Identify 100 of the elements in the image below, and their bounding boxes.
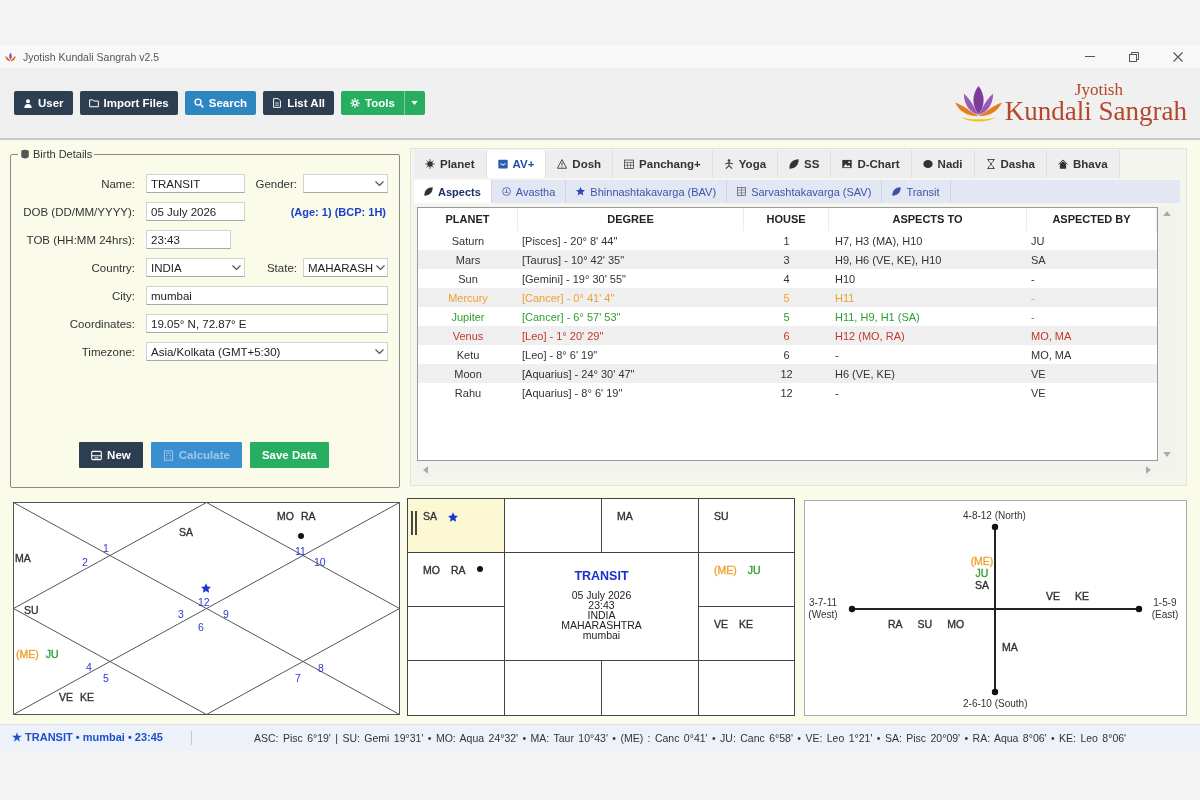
column-header: ASPECTED BY: [1027, 208, 1157, 231]
chevron-icon: [232, 265, 241, 270]
hourglass-icon: [985, 159, 996, 169]
scroll-left-icon[interactable]: [423, 465, 428, 474]
table-cell-text: H12 (MO, RA): [834, 329, 906, 342]
tab[interactable]: SS: [778, 150, 832, 178]
dropdown-button[interactable]: [403, 91, 425, 115]
table-row[interactable]: Sun [Gemini] - 19° 30' 55" 4 H10 -: [418, 269, 1157, 288]
house-number: 10: [314, 556, 326, 568]
dot-icon: [922, 159, 933, 169]
table-cell-text: H11, H9, H1 (SA): [834, 310, 921, 323]
lotus-icon: [5, 51, 16, 62]
tab[interactable]: D-Chart: [831, 150, 912, 178]
planet-label: SU: [917, 618, 933, 630]
planet-label: MA: [15, 552, 31, 564]
table-cell-text: 6: [782, 329, 791, 342]
text-field[interactable]: 19.05° N, 72.87° E: [146, 314, 388, 333]
leaf-icon: [892, 187, 902, 196]
star-icon: [448, 512, 458, 522]
ring-icon: [501, 187, 511, 196]
tab[interactable]: Bhava: [1047, 150, 1120, 178]
table-cell-text: 3: [782, 253, 791, 266]
chevron-icon: [375, 349, 384, 354]
tab[interactable]: Panchang+: [613, 150, 713, 178]
image-icon: [842, 159, 853, 169]
house-number: 6: [198, 621, 204, 633]
tab[interactable]: Planet: [414, 150, 487, 178]
leaf-icon: [789, 159, 800, 169]
dot-icon: [476, 566, 483, 572]
table-row[interactable]: Venus [Leo] - 1° 20' 29" 6 H12 (MO, RA) MO, MA: [418, 326, 1157, 345]
table-cell-text: Saturn: [450, 234, 486, 247]
close-icon[interactable]: [1173, 51, 1183, 62]
table-cell-text: VE: [1030, 386, 1047, 399]
leaf-icon: [424, 187, 433, 196]
table-row[interactable]: Moon [Aquarius] - 24° 30' 47" 12 H6 (VE, KE) VE: [418, 364, 1157, 383]
table-cell-text: Ketu: [455, 348, 481, 361]
restore-icon[interactable]: [1129, 51, 1139, 62]
tab[interactable]: Yoga: [712, 150, 779, 178]
planet-label: VE: [1046, 590, 1060, 602]
dropdown-field[interactable]: Asia/Kolkata (GMT+5:30): [146, 342, 388, 361]
table-cell-text: [Aquarius] - 8° 6' 19": [521, 386, 624, 399]
grid-icon: [737, 187, 747, 196]
planet-label: MO: [423, 564, 440, 576]
chevron-icon: [376, 265, 386, 270]
table-row[interactable]: Saturn [Pisces] - 20° 8' 44" 1 H7, H3 (MA), H10 JU: [418, 231, 1157, 250]
table-row[interactable]: Rahu [Aquarius] - 8° 6' 19" 12 - VE: [418, 383, 1157, 402]
text-field[interactable]: mumbai: [146, 286, 388, 305]
house-number: 9: [223, 608, 229, 620]
new-button[interactable]: New: [79, 442, 143, 468]
direction-label: 2-6-10 (South): [963, 698, 1028, 710]
table-cell-text: JU: [1030, 234, 1046, 247]
subtab[interactable]: Bhinnashtakavarga (BAV): [566, 180, 728, 203]
house-number: 8: [318, 662, 324, 674]
tab[interactable]: Dasha: [974, 150, 1048, 178]
table-cell-text: 5: [782, 291, 791, 304]
tab[interactable]: Nadi: [911, 150, 975, 178]
table-cell-text: H9, H6 (VE, KE), H10: [834, 253, 943, 266]
table-cell-text: H6 (VE, KE): [834, 367, 896, 380]
scroll-up-icon[interactable]: [1162, 211, 1171, 216]
logo-text: Kundali Sangrah: [1004, 98, 1187, 125]
dropdown-field[interactable]: [303, 174, 388, 193]
planet-label: SU: [24, 604, 39, 616]
text-field[interactable]: 23:43: [146, 230, 231, 249]
window-title: Jyotish Kundali Sangrah v2.5: [23, 50, 159, 63]
table-row[interactable]: Jupiter [Cancer] - 6° 57' 53" 5 H11, H9, H1 (SA) -: [418, 307, 1157, 326]
table-row[interactable]: Ketu [Leo] - 8° 6' 19" 6 - MO, MA: [418, 345, 1157, 364]
house-number: 2: [82, 556, 88, 568]
toolbar-button[interactable]: Search: [184, 91, 257, 115]
tab[interactable]: AV+: [486, 150, 547, 178]
toolbar-button[interactable]: List All: [263, 91, 335, 115]
text-field[interactable]: TRANSIT: [146, 174, 245, 193]
table-cell-text: [Aquarius] - 24° 30' 47": [521, 367, 636, 380]
table-row[interactable]: Mars [Taurus] - 10° 42' 35" 3 H9, H6 (VE, KE), H10 SA: [418, 250, 1157, 269]
planet-label: JU: [975, 567, 989, 579]
subtab[interactable]: Sarvashtakavarga (SAV): [727, 180, 883, 203]
toolbar-button[interactable]: User: [14, 91, 73, 115]
planet-label: (ME): [16, 648, 39, 660]
chevron-icon: [375, 181, 384, 186]
planet-label: MA: [617, 510, 633, 522]
table-cell-text: Mercury: [447, 291, 489, 304]
caret-icon: [411, 101, 419, 105]
dropdown-field[interactable]: INDIA: [146, 258, 245, 277]
text-field[interactable]: 05 July 2026: [146, 202, 245, 221]
planet-label: VE: [59, 691, 73, 703]
field-label: Country:: [90, 261, 135, 274]
subtab[interactable]: Transit: [882, 180, 951, 203]
tab[interactable]: Dosh: [546, 150, 614, 178]
dropdown-field[interactable]: MAHARASH: [303, 258, 388, 277]
star-icon: [201, 583, 211, 593]
scroll-down-icon[interactable]: [1162, 452, 1171, 457]
direction-label: 1-5-9 (East): [1150, 597, 1180, 621]
planet-label: RA: [888, 618, 903, 630]
calculator-icon: [162, 449, 174, 461]
star-icon: [576, 187, 586, 196]
toolbar-button[interactable]: Import Files: [79, 91, 178, 115]
table-cell-text: Rahu: [453, 386, 483, 399]
logo-text: Jyotish: [1074, 81, 1123, 98]
scroll-right-icon[interactable]: [1146, 465, 1151, 474]
subtab[interactable]: Aspects: [414, 180, 492, 203]
subtab[interactable]: Avastha: [491, 180, 567, 203]
